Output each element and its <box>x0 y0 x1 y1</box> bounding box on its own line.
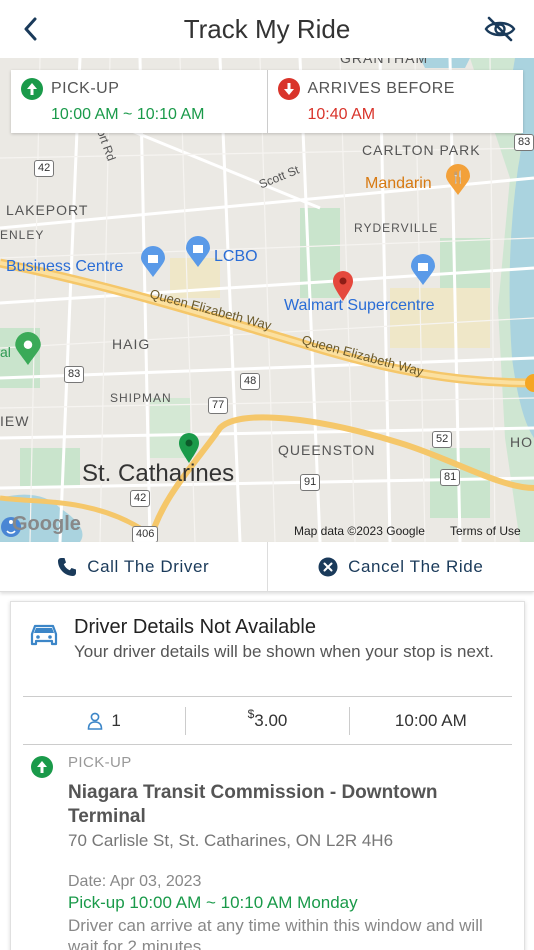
pickup-time: 10:00 AM <box>348 707 512 735</box>
pickup-date: Date: Apr 03, 2023 <box>68 873 202 890</box>
map-label-queenston: QUEENSTON <box>278 442 376 458</box>
walmart-place-icon[interactable] <box>410 254 436 286</box>
pickup-arrow-icon <box>31 756 53 778</box>
route-shield: 42 <box>34 160 55 177</box>
close-circle-icon <box>318 557 338 576</box>
pickup-stop-name: Niagara Transit Commission - Downtown Te… <box>68 782 438 827</box>
map-label-ryderville: RYDERVILLE <box>354 221 439 235</box>
cancel-ride-button[interactable]: Cancel The Ride <box>266 542 534 591</box>
map-label-grantham: GRANTHAM <box>340 58 429 66</box>
map-label-shipman: SHIPMAN <box>110 391 172 405</box>
trip-stats: 1 $3.00 10:00 AM <box>23 698 512 744</box>
arrival-cell: ARRIVES BEFORE 10:40 AM <box>266 70 524 133</box>
pickup-stop-address: 70 Carlisle St, St. Catharines, ON L2R 4… <box>68 831 394 850</box>
map-data-attribution: Map data ©2023 Google <box>294 524 425 538</box>
map-label-business-centre: Business Centre <box>6 258 124 275</box>
route-shield: 91 <box>300 474 321 491</box>
pickup-caption: PICK-UP <box>51 80 120 97</box>
person-icon <box>88 712 103 730</box>
map-label-iew: IEW <box>0 413 30 429</box>
map-label-enley: ENLEY <box>0 228 45 242</box>
eye-slash-icon <box>484 16 516 42</box>
divider <box>23 744 512 745</box>
route-shield: 77 <box>208 397 229 414</box>
terms-of-use-link[interactable]: Terms of Use <box>450 524 521 538</box>
map-label-haig: HAIG <box>112 336 151 352</box>
pickup-wait-note: Driver can arrive at any time within thi… <box>68 916 483 950</box>
header-bar: Track My Ride <box>0 0 534 58</box>
fare: $3.00 <box>185 707 348 735</box>
route-shield: 52 <box>432 431 453 448</box>
car-icon <box>30 624 58 646</box>
page-title: Track My Ride <box>183 13 351 44</box>
driver-details: Driver Details Not Available Your driver… <box>25 616 511 663</box>
map-label-walmart: Walmart Supercentre <box>284 297 435 314</box>
route-shield: 83 <box>64 366 85 383</box>
up-arrow-icon <box>21 78 43 100</box>
ride-details-card: Driver Details Not Available Your driver… <box>10 601 525 950</box>
cancel-ride-label: Cancel The Ride <box>348 556 484 576</box>
call-driver-button[interactable]: Call The Driver <box>0 542 267 591</box>
down-arrow-icon <box>277 78 300 100</box>
pickup-pin-icon[interactable] <box>178 432 200 464</box>
park-place-icon[interactable] <box>14 332 42 366</box>
map-label-carlton-park: CARLTON PARK <box>362 142 481 158</box>
passenger-count: 1 <box>23 711 185 731</box>
driver-status-subtitle: Your driver details will be shown when y… <box>74 642 494 661</box>
google-logo: Google <box>12 513 81 535</box>
fare-currency: $ <box>247 707 255 721</box>
mandarin-place-icon[interactable]: 🍴 <box>445 164 471 196</box>
call-driver-label: Call The Driver <box>87 556 210 576</box>
route-shield: 42 <box>130 490 151 507</box>
fare-value: 3.00 <box>254 711 288 730</box>
business-centre-place-icon[interactable] <box>140 246 166 278</box>
pickup-time-value: 10:00 AM <box>394 711 467 730</box>
pickup-stop-label: PICK-UP <box>68 754 132 771</box>
map-label-st-catharines: St. Catharines <box>82 460 235 487</box>
ride-actions-bar: Call The Driver Cancel The Ride <box>0 542 534 592</box>
route-shield: 406 <box>132 526 159 542</box>
pickup-window-detail: Pick-up 10:00 AM ~ 10:10 AM Monday <box>68 893 358 912</box>
phone-icon <box>58 557 77 576</box>
arrival-caption: ARRIVES BEFORE <box>307 80 455 97</box>
divider <box>23 696 512 697</box>
pickup-window: 10:00 AM ~ 10:10 AM <box>51 106 205 123</box>
driver-status-title: Driver Details Not Available <box>74 616 316 638</box>
svg-text:🍴: 🍴 <box>451 170 466 184</box>
chevron-left-icon <box>24 17 37 41</box>
lcbo-place-icon[interactable] <box>185 236 211 268</box>
trip-time-panel: PICK-UP 10:00 AM ~ 10:10 AM ARRIVES BEFO… <box>11 70 523 133</box>
back-button[interactable] <box>14 12 48 46</box>
arrival-time: 10:40 AM <box>307 106 376 123</box>
map-label-lakeport: LAKEPORT <box>6 202 89 218</box>
toggle-visibility-button[interactable] <box>482 12 518 46</box>
pickup-stop: PICK-UP Niagara Transit Commission - Dow… <box>31 754 511 950</box>
route-shield: 81 <box>440 469 461 486</box>
route-shield: 83 <box>514 134 534 151</box>
destination-pin-icon[interactable] <box>332 270 354 302</box>
passenger-count-value: 1 <box>111 711 121 730</box>
pickup-cell: PICK-UP 10:00 AM ~ 10:10 AM <box>11 70 267 133</box>
map-label-ho: HO <box>510 434 533 450</box>
route-shield: 48 <box>240 373 261 390</box>
map-label-lcbo: LCBO <box>214 248 258 265</box>
map-label-al: al <box>0 344 11 360</box>
map-label-mandarin: Mandarin <box>365 175 432 192</box>
